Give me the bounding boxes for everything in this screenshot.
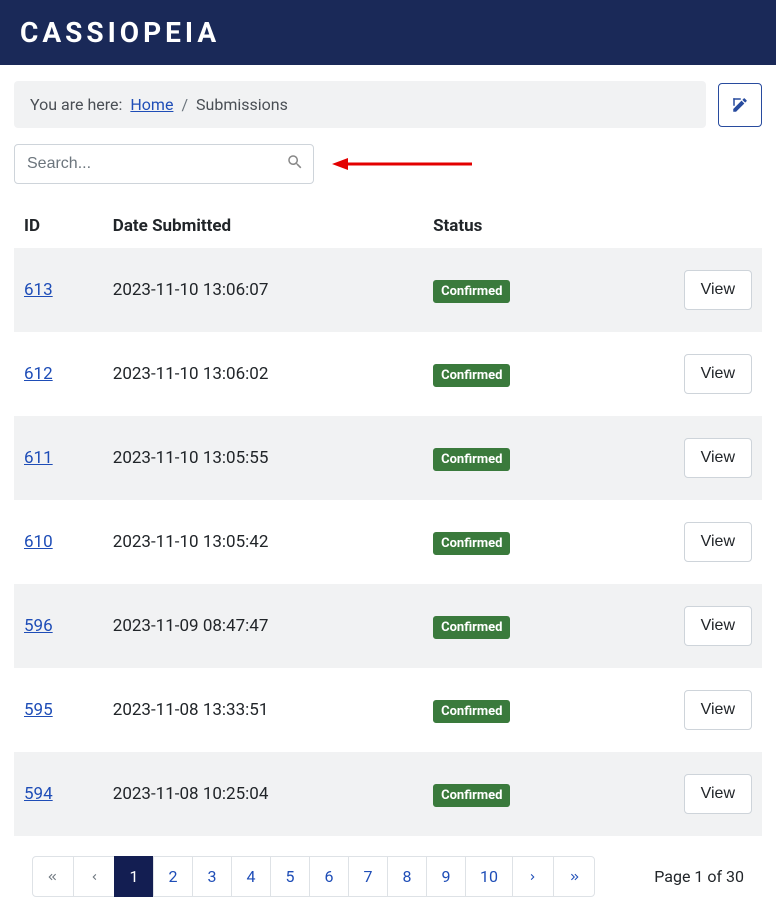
view-button[interactable]: View	[684, 774, 752, 814]
search-box	[14, 144, 314, 184]
status-badge: Confirmed	[433, 784, 510, 807]
breadcrumb-current: Submissions	[196, 95, 288, 114]
submission-id-link[interactable]: 611	[24, 448, 53, 468]
view-button[interactable]: View	[684, 438, 752, 478]
view-button[interactable]: View	[684, 270, 752, 310]
date-cell: 2023-11-08 10:25:04	[103, 752, 423, 836]
status-badge: Confirmed	[433, 364, 510, 387]
submission-id-link[interactable]: 596	[24, 616, 53, 636]
col-header-id: ID	[14, 204, 103, 248]
page-number[interactable]: 3	[192, 856, 232, 897]
page-next-icon	[527, 871, 539, 883]
page-last-icon	[568, 871, 580, 883]
submission-id-link[interactable]: 595	[24, 700, 53, 720]
page-number[interactable]: 5	[270, 856, 310, 897]
search-row	[14, 144, 762, 184]
date-cell: 2023-11-10 13:06:07	[103, 248, 423, 332]
logo: CASSIOPEIA	[20, 16, 756, 49]
edit-icon	[731, 96, 749, 114]
page-prev-icon	[88, 871, 100, 883]
submission-id-link[interactable]: 612	[24, 364, 53, 384]
search-input[interactable]	[14, 144, 314, 184]
status-badge: Confirmed	[433, 532, 510, 555]
status-badge: Confirmed	[433, 280, 510, 303]
edit-button[interactable]	[718, 83, 762, 127]
page-number[interactable]: 4	[231, 856, 271, 897]
breadcrumb-home-link[interactable]: Home	[130, 95, 173, 114]
page-last[interactable]	[553, 856, 595, 897]
status-badge: Confirmed	[433, 448, 510, 471]
table-header-row: ID Date Submitted Status	[14, 204, 762, 248]
table-row: 595 2023-11-08 13:33:51 Confirmed View	[14, 668, 762, 752]
table-row: 613 2023-11-10 13:06:07 Confirmed View	[14, 248, 762, 332]
breadcrumb-prefix: You are here:	[30, 95, 122, 114]
table-row: 594 2023-11-08 10:25:04 Confirmed View	[14, 752, 762, 836]
submission-id-link[interactable]: 594	[24, 784, 53, 804]
page-first-icon	[47, 871, 59, 883]
breadcrumb-bar: You are here: Home / Submissions	[14, 81, 762, 128]
page-info: Page 1 of 30	[654, 867, 744, 886]
page-number[interactable]: 2	[153, 856, 193, 897]
date-cell: 2023-11-09 08:47:47	[103, 584, 423, 668]
col-header-date: Date Submitted	[103, 204, 423, 248]
table-row: 610 2023-11-10 13:05:42 Confirmed View	[14, 500, 762, 584]
pagination: 12345678910	[32, 856, 595, 897]
col-header-status: Status	[423, 204, 601, 248]
arrow-annotation	[332, 154, 472, 174]
submission-id-link[interactable]: 610	[24, 532, 53, 552]
view-button[interactable]: View	[684, 354, 752, 394]
page-next[interactable]	[512, 856, 554, 897]
table-row: 611 2023-11-10 13:05:55 Confirmed View	[14, 416, 762, 500]
page-number[interactable]: 9	[426, 856, 466, 897]
page-number[interactable]: 8	[387, 856, 427, 897]
view-button[interactable]: View	[684, 522, 752, 562]
col-header-action	[601, 204, 762, 248]
status-badge: Confirmed	[433, 700, 510, 723]
search-icon[interactable]	[286, 153, 304, 175]
table-row: 596 2023-11-09 08:47:47 Confirmed View	[14, 584, 762, 668]
page-number[interactable]: 1	[114, 856, 154, 897]
date-cell: 2023-11-10 13:05:55	[103, 416, 423, 500]
date-cell: 2023-11-10 13:06:02	[103, 332, 423, 416]
page-number[interactable]: 10	[465, 856, 513, 897]
header-bar: CASSIOPEIA	[0, 0, 776, 65]
date-cell: 2023-11-08 13:33:51	[103, 668, 423, 752]
pagination-row: 12345678910 Page 1 of 30	[14, 856, 762, 917]
view-button[interactable]: View	[684, 606, 752, 646]
date-cell: 2023-11-10 13:05:42	[103, 500, 423, 584]
page-number[interactable]: 7	[348, 856, 388, 897]
page-prev	[73, 856, 115, 897]
breadcrumb-separator: /	[181, 95, 188, 114]
page-first	[32, 856, 74, 897]
submission-id-link[interactable]: 613	[24, 280, 53, 300]
view-button[interactable]: View	[684, 690, 752, 730]
breadcrumb: You are here: Home / Submissions	[14, 81, 706, 128]
status-badge: Confirmed	[433, 616, 510, 639]
table-row: 612 2023-11-10 13:06:02 Confirmed View	[14, 332, 762, 416]
submissions-table: ID Date Submitted Status 613 2023-11-10 1…	[14, 204, 762, 836]
page-number[interactable]: 6	[309, 856, 349, 897]
